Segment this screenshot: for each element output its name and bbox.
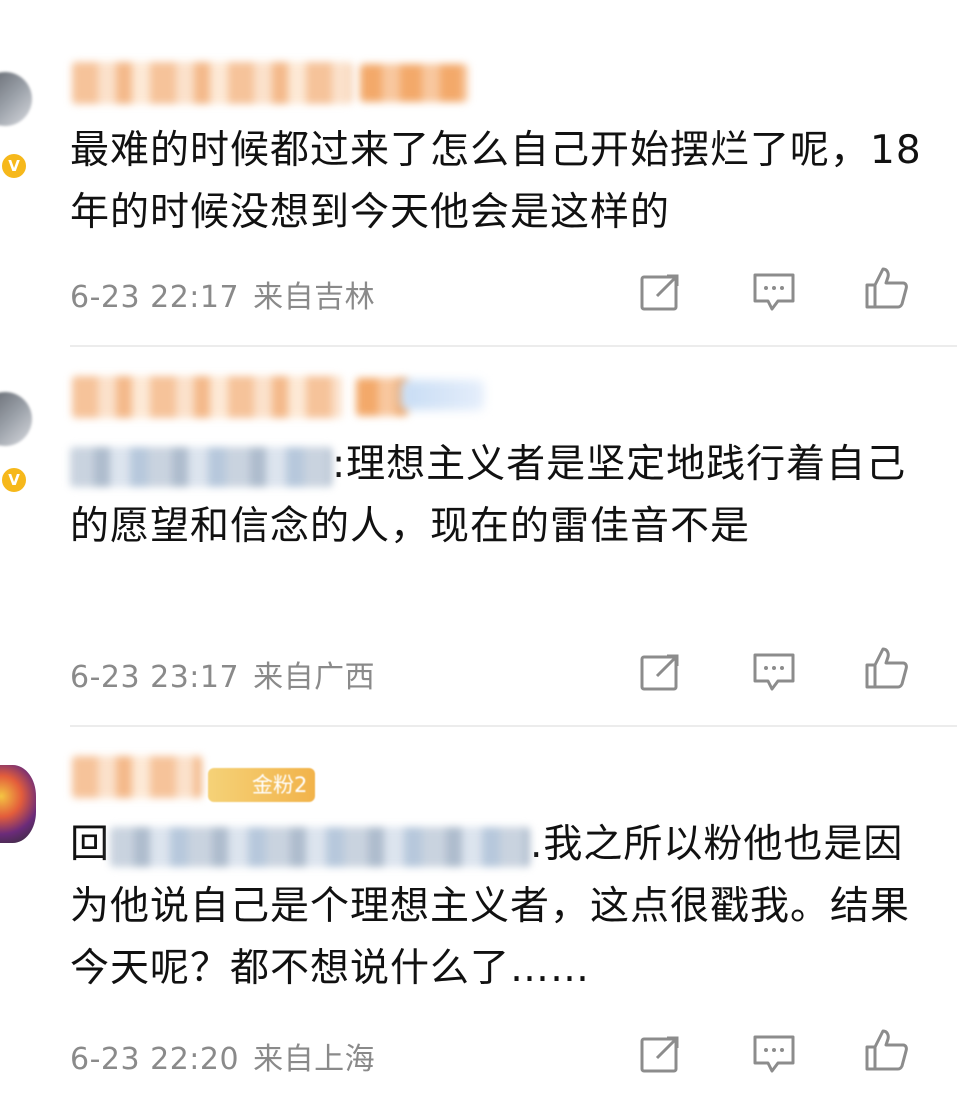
- comment-icon: [753, 1035, 795, 1073]
- avatar[interactable]: [0, 765, 36, 843]
- comment-button[interactable]: [750, 1032, 798, 1076]
- fan-badge: 金粉2: [208, 768, 316, 802]
- comment-text: 回 .我之所以粉他也是因为他说自己是个理想主义者，这点很戳我。结果今天呢？都不想说…: [70, 814, 930, 1000]
- username-blurred[interactable]: [72, 756, 202, 798]
- reply-target-blurred[interactable]: [110, 826, 531, 867]
- share-button[interactable]: [636, 1032, 684, 1076]
- like-icon: [865, 1029, 908, 1071]
- comment-item: 金粉2 回 .我之所以粉他也是因为他说自己是个理想主义者，这点很戳我。结果今天呢？…: [0, 0, 957, 1119]
- share-icon: [640, 1036, 679, 1073]
- reply-separator: .: [530, 822, 544, 867]
- like-button[interactable]: [862, 1028, 910, 1072]
- comment-location: 来自上海: [253, 1042, 376, 1077]
- reply-prefix: 回: [70, 822, 111, 867]
- comment-date: 6-23 22:20: [70, 1042, 240, 1077]
- comment-meta: 6-23 22:20 来自上海: [70, 1034, 389, 1078]
